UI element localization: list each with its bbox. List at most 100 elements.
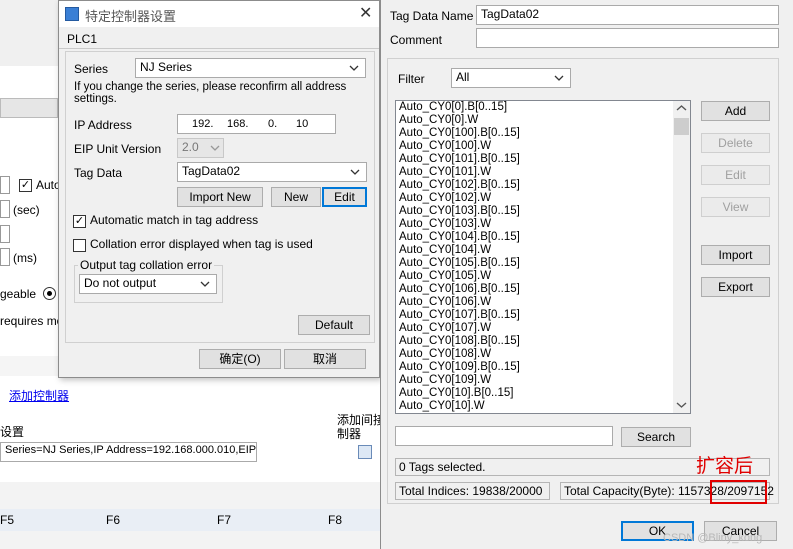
add-controller-link[interactable]: 添加控制器 xyxy=(9,387,69,404)
fkey-f6[interactable]: F6 xyxy=(106,513,120,527)
comment-label: Comment xyxy=(390,33,443,47)
bg-fkey-row xyxy=(0,509,380,531)
list-item[interactable]: Auto_CY0[10].B[0..15] xyxy=(396,387,690,400)
bg-settings-label: 设置 xyxy=(0,425,25,439)
bg-settings-icon[interactable] xyxy=(358,445,372,459)
bg-auto-checkbox[interactable]: ✓ xyxy=(19,179,32,192)
ip-address-field[interactable]: 192. 168. 0. 10 xyxy=(177,114,336,134)
bg-ms-label: (ms) xyxy=(13,251,37,265)
list-item[interactable]: Auto_CY0[103].W xyxy=(396,218,690,231)
tag-name-field[interactable]: TagData02 xyxy=(476,5,779,25)
scroll-up-icon[interactable] xyxy=(676,104,687,112)
bg-spin-1[interactable] xyxy=(0,176,10,194)
ip-octet-1: 192. xyxy=(192,118,214,130)
output-collation-select[interactable]: Do not output xyxy=(79,274,217,294)
scroll-down-icon[interactable] xyxy=(676,401,687,409)
list-item[interactable]: Auto_CY0[101].B[0..15] xyxy=(396,153,690,166)
list-item[interactable]: Auto_CY0[10].W xyxy=(396,400,690,413)
list-item[interactable]: Auto_CY0[109].W xyxy=(396,374,690,387)
tagdata-select[interactable]: TagData02 xyxy=(177,162,367,182)
series-value: NJ Series xyxy=(140,60,193,74)
bg-add-sub-label-2: 制器 xyxy=(337,427,362,441)
list-item[interactable]: Auto_CY0[100].W xyxy=(396,140,690,153)
eip-version-value: 2.0 xyxy=(182,140,199,154)
bg-radio[interactable] xyxy=(43,287,56,300)
list-item[interactable]: Auto_CY0[109].B[0..15] xyxy=(396,361,690,374)
default-button[interactable]: Default xyxy=(298,315,370,335)
ip-octet-2: 168. xyxy=(227,118,249,130)
scrollbar-thumb[interactable] xyxy=(674,118,689,135)
view-button[interactable]: View xyxy=(701,197,770,217)
bg-sec-label: (sec) xyxy=(13,203,40,217)
tag-list[interactable]: Auto_CY0[0].B[0..15] Auto_CY0[0].W Auto_CY… xyxy=(395,100,691,414)
list-item[interactable]: Auto_CY0[103].B[0..15] xyxy=(396,205,690,218)
import-new-button[interactable]: Import New xyxy=(177,187,263,207)
list-item[interactable]: Auto_CY0[102].B[0..15] xyxy=(396,179,690,192)
list-item[interactable]: Auto_CY0[105].W xyxy=(396,270,690,283)
watermark: CSDN @Bliny_kong xyxy=(663,532,763,544)
auto-match-checkbox[interactable]: ✓ xyxy=(73,215,86,228)
export-button[interactable]: Export xyxy=(701,277,770,297)
list-item[interactable]: Auto_CY0[100].B[0..15] xyxy=(396,127,690,140)
delete-button[interactable]: Delete xyxy=(701,133,770,153)
highlight-box xyxy=(710,480,767,504)
series-note: If you change the series, please reconfi… xyxy=(74,81,347,105)
list-item[interactable]: Auto_CY0[102].W xyxy=(396,192,690,205)
comment-field[interactable] xyxy=(476,28,779,48)
list-item[interactable]: Auto_CY0[0].B[0..15] xyxy=(396,101,690,114)
import-button[interactable]: Import xyxy=(701,245,770,265)
collation-checkbox[interactable] xyxy=(73,239,86,252)
fkey-f7[interactable]: F7 xyxy=(217,513,231,527)
plc-name-bar: PLC1 xyxy=(59,29,379,49)
controller-settings-dialog: 特定控制器设置 ✕ PLC1 Series NJ Series If you c… xyxy=(58,0,380,378)
bg-spin-4[interactable] xyxy=(0,248,10,266)
ip-octet-3: 0. xyxy=(268,118,278,130)
list-item[interactable]: Auto_CY0[101].W xyxy=(396,166,690,179)
ip-octet-4: 10 xyxy=(296,118,309,130)
list-item[interactable]: Auto_CY0[106].B[0..15] xyxy=(396,283,690,296)
list-item[interactable]: Auto_CY0[108].W xyxy=(396,348,690,361)
dialog-title: 特定控制器设置 xyxy=(85,9,177,24)
app-icon xyxy=(65,7,79,21)
fkey-f5[interactable]: F5 xyxy=(0,513,14,527)
ip-label: IP Address xyxy=(74,118,132,132)
output-group-label: Output tag collation error xyxy=(78,258,215,272)
list-item[interactable]: Auto_CY0[105].B[0..15] xyxy=(396,257,690,270)
cancel-button[interactable]: 取消 xyxy=(284,349,366,369)
auto-match-label: Automatic match in tag address xyxy=(90,213,259,227)
list-item[interactable]: Auto_CY0[108].B[0..15] xyxy=(396,335,690,348)
list-item[interactable]: Auto_CY0[0].W xyxy=(396,114,690,127)
bg-spin-2[interactable] xyxy=(0,200,10,218)
series-label: Series xyxy=(74,62,109,76)
chevron-down-icon xyxy=(350,169,360,175)
filter-select[interactable]: All xyxy=(451,68,571,88)
bg-spin-3[interactable] xyxy=(0,225,10,243)
tag-list-scrollbar[interactable] xyxy=(673,101,690,413)
chevron-down-icon xyxy=(349,65,359,71)
annotation-text: 扩容后 xyxy=(696,456,754,477)
list-item[interactable]: Auto_CY0[104].W xyxy=(396,244,690,257)
list-item[interactable]: Auto_CY0[107].B[0..15] xyxy=(396,309,690,322)
list-item[interactable]: Auto_CY0[106].W xyxy=(396,296,690,309)
bg-auto-label: Auto xyxy=(36,178,61,192)
filter-label: Filter xyxy=(398,72,425,86)
search-button[interactable]: Search xyxy=(621,427,691,447)
eip-label: EIP Unit Version xyxy=(74,142,162,156)
new-button[interactable]: New xyxy=(271,187,321,207)
tagdata-label: Tag Data xyxy=(74,166,123,180)
edit-button[interactable]: Edit xyxy=(322,187,367,207)
close-icon[interactable]: ✕ xyxy=(359,3,372,23)
ok-button[interactable]: 确定(O) xyxy=(199,349,281,369)
series-select[interactable]: NJ Series xyxy=(135,58,366,78)
search-input[interactable] xyxy=(395,426,613,446)
bg-series-line[interactable]: Series=NJ Series,IP Address=192.168.000.… xyxy=(0,442,257,462)
list-item[interactable]: Auto_CY0[104].B[0..15] xyxy=(396,231,690,244)
dialog-titlebar: 特定控制器设置 ✕ xyxy=(59,1,379,27)
total-indices: Total Indices: 19838/20000 xyxy=(395,482,550,500)
edit-tag-button[interactable]: Edit xyxy=(701,165,770,185)
eip-version-select: 2.0 xyxy=(177,138,224,158)
list-item[interactable]: Auto_CY0[107].W xyxy=(396,322,690,335)
fkey-f8[interactable]: F8 xyxy=(328,513,342,527)
add-button[interactable]: Add xyxy=(701,101,770,121)
tagdata-value: TagData02 xyxy=(182,164,241,178)
